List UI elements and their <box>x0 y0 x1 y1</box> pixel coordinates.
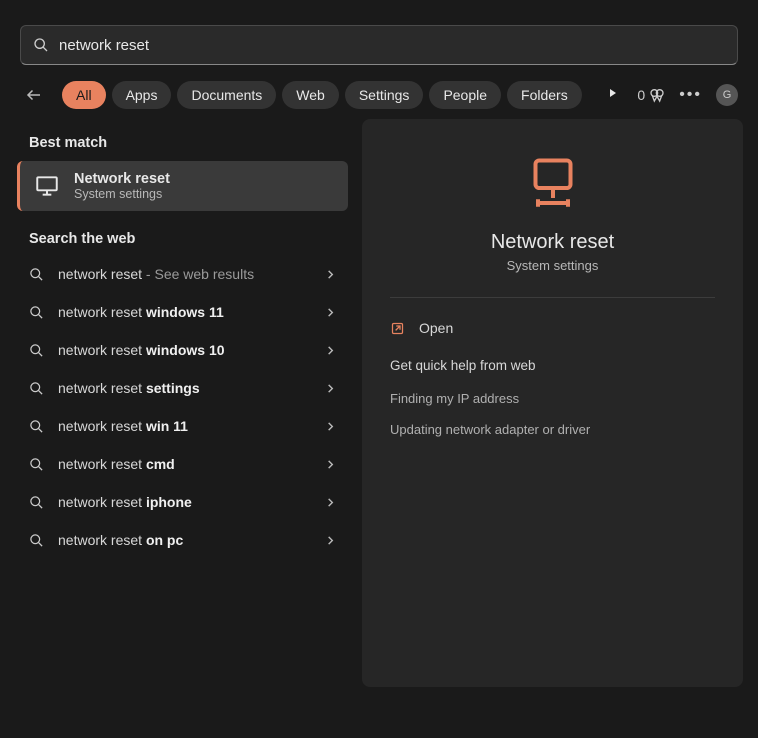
filter-chip-documents[interactable]: Documents <box>177 81 276 109</box>
user-avatar[interactable]: G <box>716 84 738 106</box>
web-result-item[interactable]: network reset on pc <box>15 521 350 559</box>
best-match-heading: Best match <box>15 123 350 159</box>
web-result-item[interactable]: network reset win 11 <box>15 407 350 445</box>
filter-chip-settings[interactable]: Settings <box>345 81 424 109</box>
settings-display-icon <box>34 173 60 199</box>
open-action[interactable]: Open <box>390 312 715 344</box>
web-result-item[interactable]: network reset settings <box>15 369 350 407</box>
filter-chip-folders[interactable]: Folders <box>507 81 582 109</box>
best-match-title: Network reset <box>74 171 170 187</box>
search-icon <box>29 419 44 434</box>
search-icon <box>29 495 44 510</box>
web-result-text: network reset windows 11 <box>58 304 311 320</box>
search-icon <box>29 457 44 472</box>
web-result-text: network reset on pc <box>58 532 311 548</box>
search-icon <box>33 37 49 53</box>
filter-chip-apps[interactable]: Apps <box>112 81 172 109</box>
best-match-result[interactable]: Network reset System settings <box>17 161 348 211</box>
chevron-right-icon <box>325 421 336 432</box>
web-result-text: network reset windows 10 <box>58 342 311 358</box>
chevron-right-icon <box>325 345 336 356</box>
preview-subtitle: System settings <box>507 258 599 273</box>
filters-scroll-right[interactable] <box>607 86 619 104</box>
rewards-points[interactable]: 0 <box>637 87 665 103</box>
chevron-right-icon <box>325 535 336 546</box>
web-result-text: network reset settings <box>58 380 311 396</box>
help-link[interactable]: Updating network adapter or driver <box>390 414 715 445</box>
search-icon <box>29 305 44 320</box>
network-reset-icon <box>523 153 583 213</box>
filter-chip-all[interactable]: All <box>62 81 106 109</box>
web-result-item[interactable]: network reset windows 11 <box>15 293 350 331</box>
results-pane: Best match Network reset System settings… <box>15 119 350 687</box>
web-result-text: network reset iphone <box>58 494 311 510</box>
web-result-item[interactable]: network reset windows 10 <box>15 331 350 369</box>
open-icon <box>390 321 405 336</box>
web-result-text: network reset win 11 <box>58 418 311 434</box>
chevron-right-icon <box>325 307 336 318</box>
filter-chip-web[interactable]: Web <box>282 81 339 109</box>
help-heading: Get quick help from web <box>390 358 715 373</box>
best-match-subtitle: System settings <box>74 187 170 201</box>
web-result-item[interactable]: network reset - See web results <box>15 255 350 293</box>
rewards-icon <box>649 87 665 103</box>
open-label: Open <box>419 320 453 336</box>
web-result-text: network reset - See web results <box>58 266 311 282</box>
chevron-right-icon <box>325 383 336 394</box>
chevron-right-icon <box>325 269 336 280</box>
back-button[interactable] <box>20 81 48 109</box>
chevron-right-icon <box>325 497 336 508</box>
search-icon <box>29 533 44 548</box>
search-bar[interactable] <box>20 25 738 65</box>
web-result-item[interactable]: network reset iphone <box>15 483 350 521</box>
search-input[interactable] <box>59 37 725 54</box>
search-icon <box>29 381 44 396</box>
filter-chip-people[interactable]: People <box>429 81 501 109</box>
search-icon <box>29 343 44 358</box>
divider <box>390 297 715 298</box>
preview-pane: Network reset System settings Open Get q… <box>362 119 743 687</box>
help-link[interactable]: Finding my IP address <box>390 383 715 414</box>
points-value: 0 <box>637 87 645 103</box>
preview-title: Network reset <box>491 231 614 254</box>
more-options[interactable]: ••• <box>679 86 702 104</box>
search-icon <box>29 267 44 282</box>
search-web-heading: Search the web <box>15 219 350 255</box>
web-result-item[interactable]: network reset cmd <box>15 445 350 483</box>
filter-chips: All Apps Documents Web Settings People F… <box>62 81 619 109</box>
web-result-text: network reset cmd <box>58 456 311 472</box>
chevron-right-icon <box>325 459 336 470</box>
filter-row: All Apps Documents Web Settings People F… <box>0 75 758 119</box>
